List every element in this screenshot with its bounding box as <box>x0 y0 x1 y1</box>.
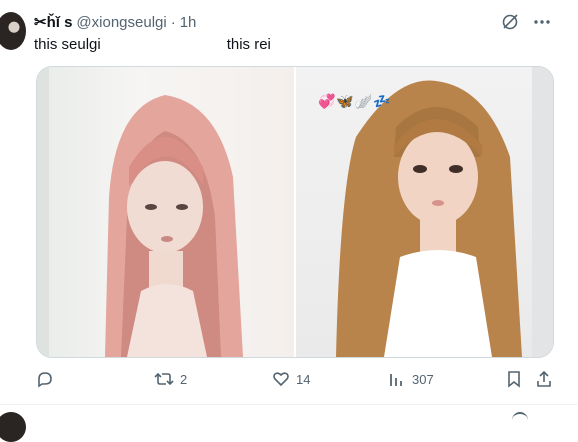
separator: · <box>170 13 176 31</box>
tweet-text-left: this seulgi <box>34 36 101 53</box>
tweet[interactable]: ✂ȟǐ s @xiongseulgi · 1h this seulgi this … <box>0 0 578 404</box>
like-count: 14 <box>296 371 311 387</box>
display-name[interactable]: ✂ȟǐ s <box>34 13 72 31</box>
views-count: 307 <box>412 371 434 387</box>
avatar[interactable] <box>0 12 26 50</box>
like-button[interactable]: 14 <box>272 370 310 388</box>
tweet-top-actions <box>500 12 552 32</box>
more-icon[interactable] <box>532 12 552 32</box>
grok-icon[interactable] <box>500 12 520 32</box>
timestamp[interactable]: 1h <box>180 14 197 31</box>
sticker-emojis: 💞🦋🪽💤 <box>318 93 392 109</box>
share-icon <box>536 370 552 388</box>
user-handle[interactable]: @xiongseulgi <box>76 14 166 31</box>
tweet-text: this seulgi this rei <box>34 36 271 53</box>
retweet-count: 2 <box>180 371 188 387</box>
photo-rei[interactable]: 💞🦋🪽💤 <box>296 67 553 357</box>
bookmark-button[interactable] <box>506 370 522 388</box>
bookmark-icon <box>506 370 522 388</box>
next-tweet-avatar[interactable] <box>0 412 26 442</box>
tweet-divider <box>0 404 578 405</box>
views-button[interactable]: 307 <box>388 370 434 388</box>
tweet-actions: 2 14 307 <box>36 370 552 392</box>
heart-icon <box>272 370 290 388</box>
next-tweet-grok-icon[interactable] <box>512 412 528 422</box>
tweet-text-right: this rei <box>226 36 271 53</box>
views-icon <box>388 370 406 388</box>
share-button[interactable] <box>536 370 552 388</box>
photo-seulgi[interactable] <box>37 67 294 357</box>
reply-icon <box>36 370 54 388</box>
media-grid: 💞🦋🪽💤 <box>36 66 554 358</box>
reply-button[interactable] <box>36 370 60 388</box>
tweet-header: ✂ȟǐ s @xiongseulgi · 1h <box>34 12 196 32</box>
retweet-icon <box>154 370 174 388</box>
retweet-button[interactable]: 2 <box>154 370 187 388</box>
